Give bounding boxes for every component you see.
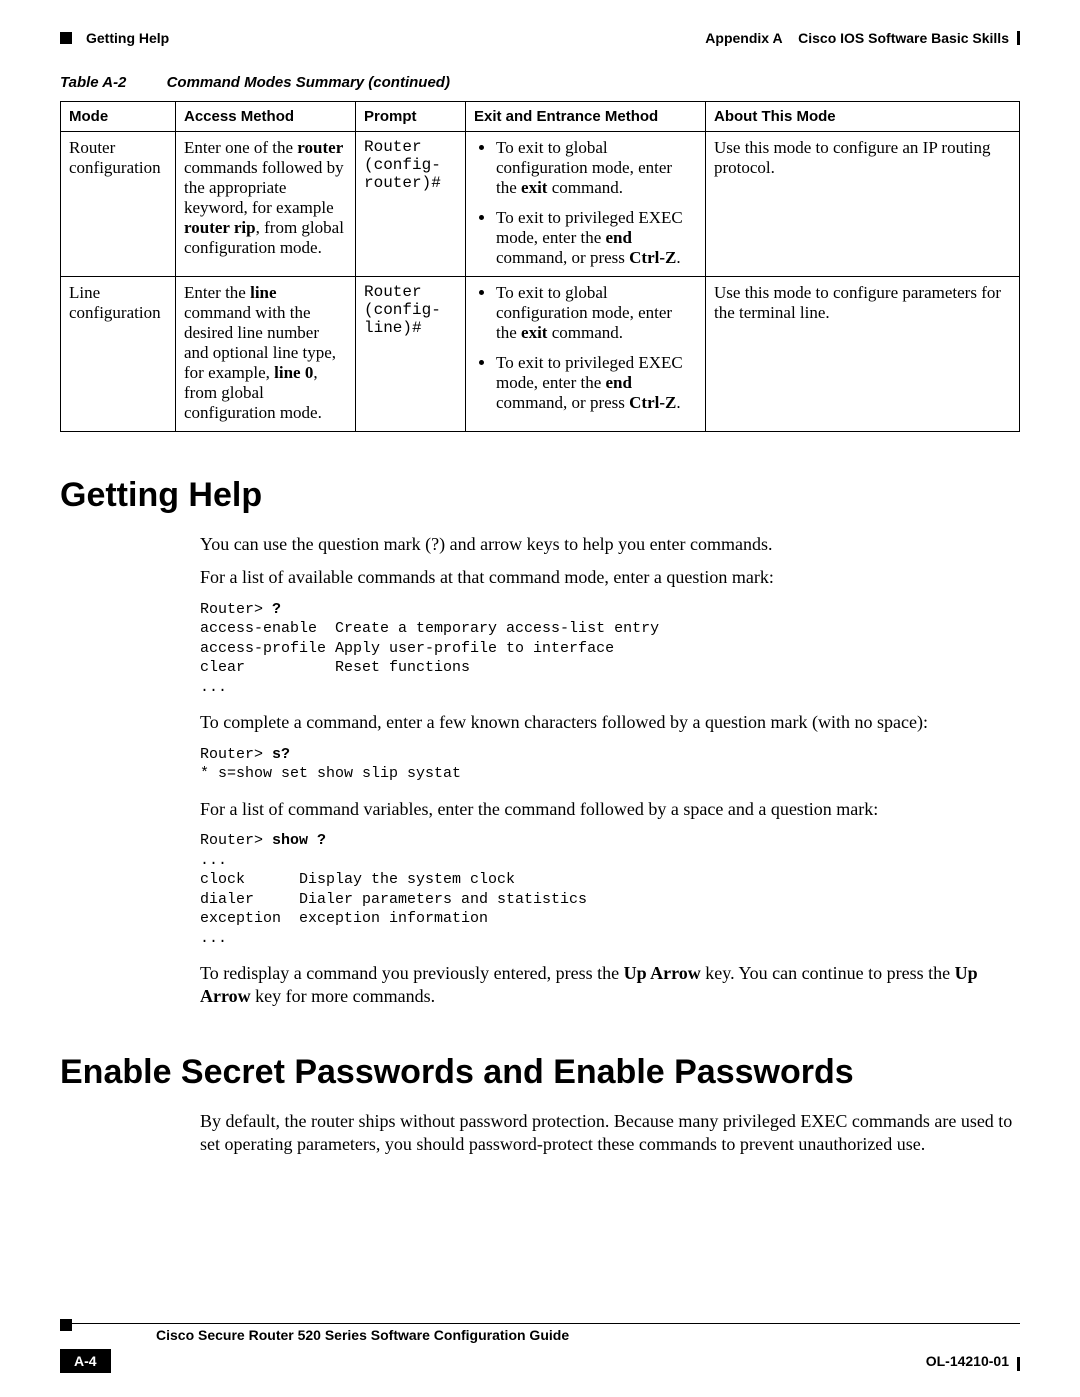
page-number-box: A-4 (60, 1349, 111, 1373)
cell-mode: Router configuration (61, 132, 176, 277)
cell-about: Use this mode to configure parameters fo… (706, 277, 1020, 432)
header-appendix: Appendix A Cisco IOS Software Basic Skil… (705, 30, 1020, 46)
header-appendix-label: Appendix A (705, 30, 782, 46)
paragraph: To redisplay a command you previously en… (200, 962, 1020, 1009)
footer-bar-icon (1017, 1357, 1020, 1371)
table-caption-text: Command Modes Summary (continued) (167, 74, 450, 91)
cell-prompt: Router (config- router)# (356, 132, 466, 277)
cell-prompt: Router (config- line)# (356, 277, 466, 432)
table-label: Table A-2 (60, 74, 126, 91)
section-heading-enable-passwords: Enable Secret Passwords and Enable Passw… (60, 1053, 1020, 1092)
header-bar-icon (1017, 31, 1020, 45)
table-row: Line configuration Enter the line comman… (61, 277, 1020, 432)
th-about: About This Mode (706, 102, 1020, 132)
cell-access: Enter one of the router commands followe… (176, 132, 356, 277)
table-row: Router configuration Enter one of the ro… (61, 132, 1020, 277)
code-block: Router> s? * s=show set show slip systat (200, 745, 1020, 784)
cell-about: Use this mode to configure an IP routing… (706, 132, 1020, 277)
footer-guide-title: Cisco Secure Router 520 Series Software … (156, 1327, 569, 1343)
exit-item: To exit to privileged EXEC mode, enter t… (496, 208, 697, 268)
code-block: Router> show ? ... clock Display the sys… (200, 831, 1020, 948)
exit-item: To exit to global configuration mode, en… (496, 283, 697, 343)
enable-passwords-body: By default, the router ships without pas… (200, 1110, 1020, 1157)
square-bullet-icon (60, 1319, 72, 1331)
header-section: Getting Help (60, 30, 169, 46)
th-prompt: Prompt (356, 102, 466, 132)
command-modes-table: Mode Access Method Prompt Exit and Entra… (60, 101, 1020, 432)
doc-number: OL-14210-01 (926, 1353, 1020, 1369)
page-header: Getting Help Appendix A Cisco IOS Softwa… (60, 30, 1020, 46)
th-mode: Mode (61, 102, 176, 132)
table-header-row: Mode Access Method Prompt Exit and Entra… (61, 102, 1020, 132)
cell-mode: Line configuration (61, 277, 176, 432)
table-caption: Table A-2 Command Modes Summary (continu… (60, 74, 1020, 91)
exit-item: To exit to privileged EXEC mode, enter t… (496, 353, 697, 413)
exit-item: To exit to global configuration mode, en… (496, 138, 697, 198)
header-section-title: Getting Help (86, 30, 169, 46)
paragraph: By default, the router ships without pas… (200, 1110, 1020, 1157)
section-heading-getting-help: Getting Help (60, 476, 1020, 515)
paragraph: For a list of command variables, enter t… (200, 798, 1020, 821)
paragraph: For a list of available commands at that… (200, 566, 1020, 589)
header-appendix-title: Cisco IOS Software Basic Skills (798, 30, 1009, 46)
page-footer: Cisco Secure Router 520 Series Software … (60, 1323, 1020, 1373)
paragraph: To complete a command, enter a few known… (200, 711, 1020, 734)
th-access: Access Method (176, 102, 356, 132)
cell-exit: To exit to global configuration mode, en… (466, 132, 706, 277)
cell-exit: To exit to global configuration mode, en… (466, 277, 706, 432)
square-bullet-icon (60, 32, 72, 44)
getting-help-body: You can use the question mark (?) and ar… (200, 533, 1020, 1009)
code-block: Router> ? access-enable Create a tempora… (200, 600, 1020, 698)
th-exit: Exit and Entrance Method (466, 102, 706, 132)
paragraph: You can use the question mark (?) and ar… (200, 533, 1020, 556)
cell-access: Enter the line command with the desired … (176, 277, 356, 432)
